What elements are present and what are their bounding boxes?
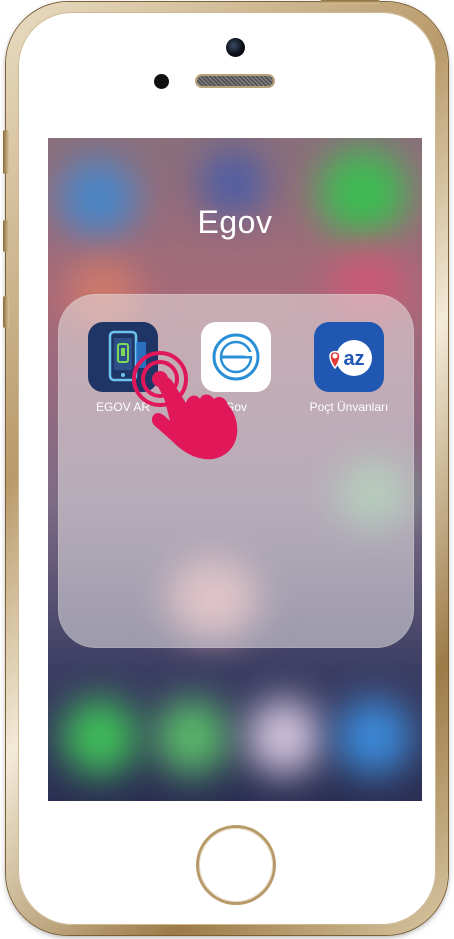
power-button	[320, 0, 380, 4]
folder-title: Egov	[197, 204, 273, 240]
map-pin-az-icon: az	[314, 322, 384, 392]
front-camera-icon	[226, 38, 245, 57]
blurred-dock-icon	[154, 699, 230, 775]
earpiece-speaker	[195, 74, 275, 88]
home-screen: Egov EGOV AR Gov az Poçt Ünvanları	[48, 138, 422, 801]
blurred-dock-icon	[336, 699, 412, 775]
app-label: Poçt Ünvanları	[309, 400, 389, 414]
volume-down-button	[3, 296, 9, 328]
blurred-dock-icon	[62, 699, 138, 775]
svg-text:az: az	[343, 348, 364, 370]
volume-up-button	[3, 220, 9, 252]
home-button[interactable]	[196, 825, 276, 905]
proximity-sensor	[154, 74, 169, 89]
tap-hand-icon	[132, 351, 238, 460]
dock	[48, 683, 422, 801]
mute-switch	[3, 130, 9, 174]
app-folder: EGOV AR Gov az Poçt Ünvanları	[58, 294, 414, 648]
app-poct-unvanlari[interactable]: az Poçt Ünvanları	[294, 322, 404, 414]
blurred-dock-icon	[246, 699, 322, 775]
